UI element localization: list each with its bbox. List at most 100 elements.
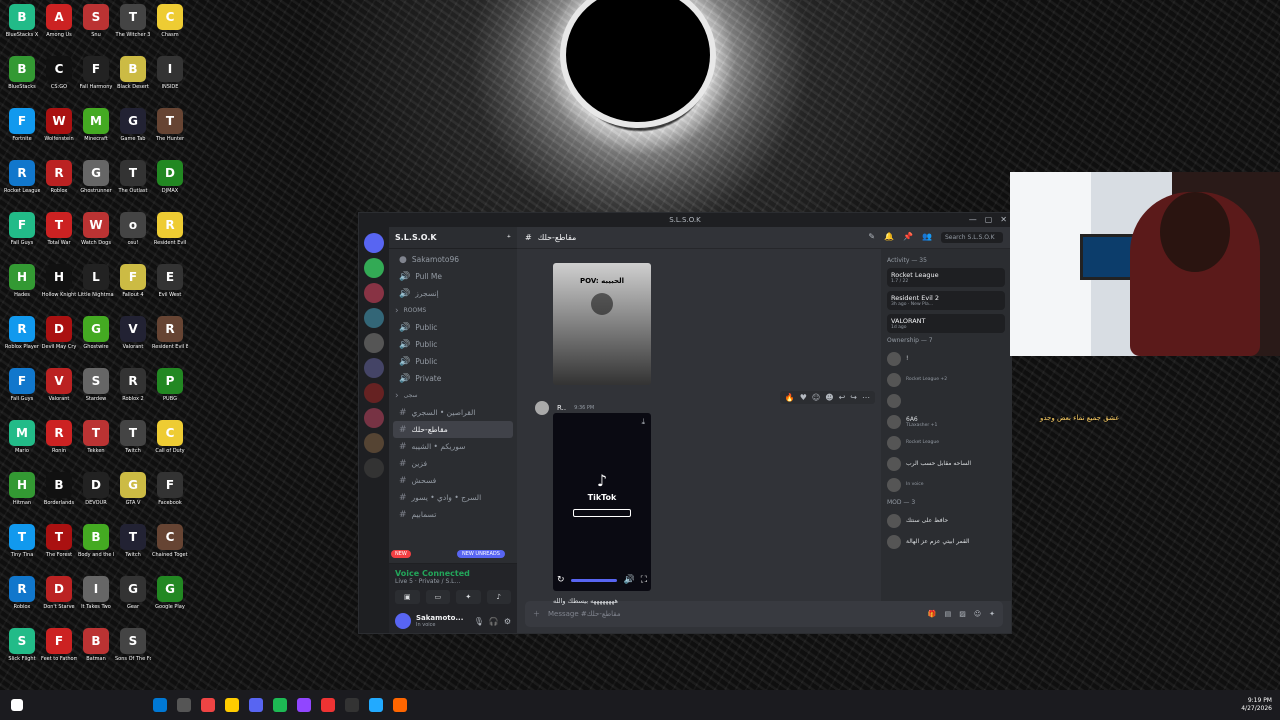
voice-channel-item[interactable]: 🔊 Public	[393, 319, 513, 336]
replay-icon[interactable]: ↻	[557, 575, 565, 585]
voice-channel-item[interactable]: 🔊 Pull Me	[393, 268, 513, 285]
pin-icon[interactable]: 📌	[903, 232, 913, 243]
text-channel-item[interactable]: # فسحش	[393, 472, 513, 489]
search-icon[interactable]	[177, 698, 191, 712]
camera-icon[interactable]: ▣	[395, 590, 420, 604]
chrome-icon[interactable]	[369, 698, 383, 712]
text-channel-item[interactable]: # مقاطع-حلك	[393, 421, 513, 438]
reply-icon[interactable]: ↩	[839, 393, 846, 402]
headset-icon[interactable]: 🎧	[489, 617, 499, 626]
emoji-icon[interactable]: ☺	[974, 610, 981, 618]
clock-date[interactable]: 4/27/2026	[1241, 705, 1272, 713]
clock-time[interactable]: 9:19 PM	[1241, 697, 1272, 705]
desktop-shortcut-icon[interactable]: B Borderlands	[41, 472, 77, 522]
desktop-shortcut-icon[interactable]: C CS:GO	[41, 56, 77, 106]
desktop-shortcut-icon[interactable]: D DEVOUR	[78, 472, 114, 522]
spotify-icon[interactable]	[273, 698, 287, 712]
start-icon[interactable]	[11, 699, 23, 711]
desktop-shortcut-icon[interactable]: G Google Play	[152, 576, 188, 626]
desktop-shortcut-icon[interactable]: F Feet to Fathom	[41, 628, 77, 678]
video-progress[interactable]	[570, 578, 618, 582]
activity-icon[interactable]: ✦	[456, 590, 481, 604]
desktop-shortcut-icon[interactable]: C Chained Together	[152, 524, 188, 574]
text-channel-item[interactable]: # فزين	[393, 455, 513, 472]
desktop-shortcut-icon[interactable]: C Call of Duty	[152, 420, 188, 470]
desktop-shortcut-icon[interactable]: S Sons Of The Forest	[115, 628, 151, 678]
fullscreen-icon[interactable]: ⛶	[641, 575, 647, 585]
desktop-shortcut-icon[interactable]: R Roblox	[4, 576, 40, 626]
volume-icon[interactable]: 🔊	[623, 575, 634, 585]
activity-card[interactable]: VALORANT 1d ago	[887, 314, 1005, 333]
desktop-shortcut-icon[interactable]: H Hollow Knight	[41, 264, 77, 314]
desktop-shortcut-icon[interactable]: T Tiny Tina	[4, 524, 40, 574]
desktop-shortcut-icon[interactable]: L Little Nightmares	[78, 264, 114, 314]
add-member-icon[interactable]: ⁺	[507, 233, 511, 242]
voice-member[interactable]: ● Sakamoto96	[393, 251, 513, 268]
desktop-shortcut-icon[interactable]: D Devil May Cry	[41, 316, 77, 366]
desktop-shortcut-icon[interactable]: H Hitman	[4, 472, 40, 522]
desktop-shortcut-icon[interactable]: F Facebook	[152, 472, 188, 522]
server-icon[interactable]	[364, 258, 384, 278]
unreads-pill[interactable]: NEW UNREADS	[457, 550, 505, 558]
windows-icon[interactable]	[153, 698, 167, 712]
desktop-shortcut-icon[interactable]: S Snu	[78, 4, 114, 54]
member-item[interactable]: الساحه مقابل حسب الرب	[887, 453, 1005, 474]
text-channel-item[interactable]: # القراصين • السجري	[393, 404, 513, 421]
desktop-shortcut-icon[interactable]: T The Forest	[41, 524, 77, 574]
soundboard-icon[interactable]: ♪	[486, 590, 511, 604]
server-icon[interactable]	[364, 458, 384, 478]
voice-channel-item[interactable]: 🔊 Public	[393, 353, 513, 370]
forward-icon[interactable]: ↪	[850, 393, 857, 402]
bell-icon[interactable]: 🔔	[884, 232, 894, 243]
desktop-shortcut-icon[interactable]: M Mario	[4, 420, 40, 470]
voice-channel[interactable]: Live 5 · Private / S.L...	[395, 578, 511, 585]
desktop-shortcut-icon[interactable]: B Batman	[78, 628, 114, 678]
discord-taskbar-icon[interactable]	[249, 698, 263, 712]
play-icon[interactable]	[591, 293, 613, 315]
desktop-shortcut-icon[interactable]: M Minecraft	[78, 108, 114, 158]
avatar[interactable]	[395, 613, 411, 629]
sticker-icon[interactable]: ▨	[959, 610, 966, 618]
add-attachment-icon[interactable]: ＋	[533, 609, 540, 619]
desktop-shortcut-icon[interactable]: G Ghostwire	[78, 316, 114, 366]
voice-channel-item[interactable]: 🔊 إنسجرز	[393, 285, 513, 302]
member-item[interactable]: حافظ على سنتك	[887, 510, 1005, 531]
desktop-shortcut-icon[interactable]: o osu!	[115, 212, 151, 262]
desktop-shortcut-icon[interactable]: V Valorant	[41, 368, 77, 418]
desktop-shortcut-icon[interactable]: B BlueStacks	[4, 56, 40, 106]
desktop-shortcut-icon[interactable]: R Resident Evil 8	[152, 316, 188, 366]
desktop-shortcut-icon[interactable]: P PUBG	[152, 368, 188, 418]
desktop-shortcut-icon[interactable]: T Tekken	[78, 420, 114, 470]
desktop-shortcut-icon[interactable]: F Fall Guys	[4, 212, 40, 262]
desktop-shortcut-icon[interactable]: R Resident Evil	[152, 212, 188, 262]
member-item[interactable]: Rocket League +2	[887, 369, 1005, 390]
server-icon[interactable]	[364, 433, 384, 453]
desktop-shortcut-icon[interactable]: G Game Tab	[115, 108, 151, 158]
reaction-fire-icon[interactable]: 🔥	[785, 393, 795, 402]
server-header[interactable]: S.L.S.O.K ⁺	[389, 227, 517, 249]
member-item[interactable]: !	[887, 348, 1005, 369]
author-name[interactable]: R..	[557, 404, 566, 412]
server-icon[interactable]	[364, 333, 384, 353]
member-item[interactable]: In voice	[887, 474, 1005, 495]
activity-card[interactable]: Resident Evil 2 3h ago · New Pla...	[887, 291, 1005, 310]
gift-icon[interactable]: 🎁	[928, 610, 937, 618]
desktop-shortcut-icon[interactable]: F Fall Harmony	[78, 56, 114, 106]
message-input[interactable]: Message #مقاطع-حلك	[548, 610, 621, 618]
desktop-shortcut-icon[interactable]: T The Witcher 3	[115, 4, 151, 54]
desktop-shortcut-icon[interactable]: F Fall Guys	[4, 368, 40, 418]
desktop-shortcut-icon[interactable]: R Roblox	[41, 160, 77, 210]
taskbar-app-icon[interactable]	[201, 698, 215, 712]
brave-icon[interactable]	[393, 698, 407, 712]
desktop-shortcut-icon[interactable]: R Rocket League	[4, 160, 40, 210]
folder-icon[interactable]	[225, 698, 239, 712]
download-icon[interactable]: ⤓	[641, 417, 645, 427]
desktop-shortcut-icon[interactable]: T Total War	[41, 212, 77, 262]
minimize-icon[interactable]: —	[969, 215, 977, 224]
server-icon[interactable]	[364, 308, 384, 328]
desktop-shortcut-icon[interactable]: W Wolfenstein	[41, 108, 77, 158]
text-channel-item[interactable]: # السرج • وادي • يسور	[393, 489, 513, 506]
desktop-shortcut-icon[interactable]: E Evil West	[152, 264, 188, 314]
reaction-heart-icon[interactable]: ♥	[800, 393, 807, 402]
desktop-shortcut-icon[interactable]: I INSIDE	[152, 56, 188, 106]
